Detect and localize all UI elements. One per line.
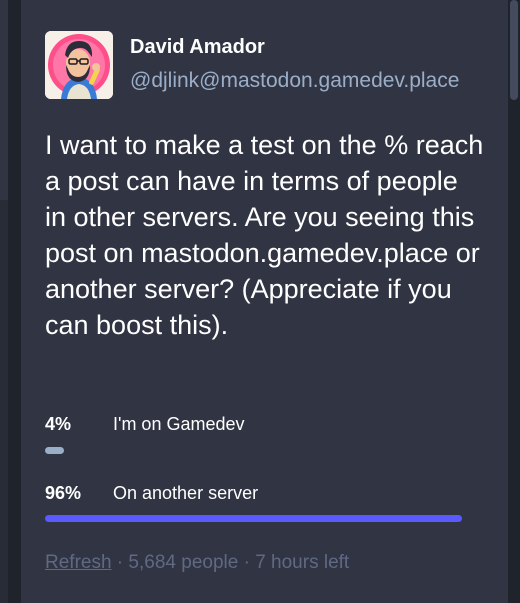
avatar-illustration-icon [45, 31, 113, 99]
left-column-panel [0, 0, 8, 200]
left-column-edge [0, 0, 8, 603]
poll-option-1-percent: 4% [45, 414, 72, 434]
scrollbar[interactable] [508, 0, 520, 603]
poll-option-2-percent: 96% [45, 483, 82, 503]
poll-refresh-link[interactable]: Refresh [45, 552, 112, 573]
avatar[interactable] [45, 31, 113, 99]
poll-footer: Refresh · 5,684 people · 7 hours left [45, 552, 349, 574]
poll-footer-separator: · [111, 552, 129, 573]
scrollbar-thumb[interactable] [510, 0, 518, 100]
poll-time-left: 7 hours left [255, 552, 350, 573]
poll-option-1-label: I'm on Gamedev [113, 414, 245, 434]
poll-voter-count: 5,684 people [128, 552, 239, 573]
author-display-name[interactable]: David Amador [130, 36, 265, 59]
poll-footer-separator: · [238, 552, 256, 573]
poll-option-2-bar [45, 515, 462, 522]
poll-option-1-bar [45, 447, 64, 454]
author-handle[interactable]: @djlink@mastodon.gamedev.place [130, 69, 459, 93]
post-content: I want to make a test on the % reach a p… [45, 130, 484, 340]
poll-option-2-label: On another server [113, 483, 259, 503]
